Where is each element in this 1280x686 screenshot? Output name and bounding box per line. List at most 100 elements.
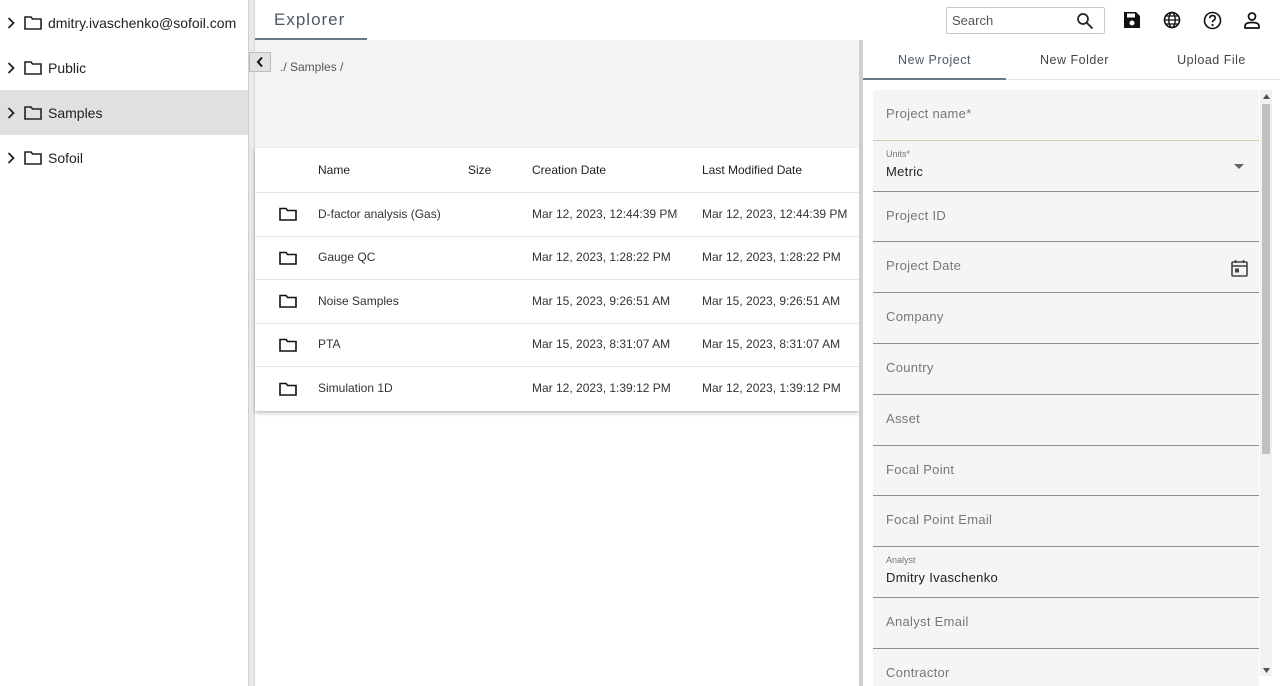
dropdown-arrow-icon[interactable] <box>1229 157 1249 177</box>
file-name: D-factor analysis (Gas) <box>318 206 441 221</box>
tree-item-label: Samples <box>48 104 103 121</box>
field-placeholder: Asset <box>886 410 921 426</box>
file-created: Mar 12, 2023, 12:44:39 PM <box>532 206 678 221</box>
search-box[interactable] <box>946 7 1105 34</box>
scrollbar-thumb[interactable] <box>1262 104 1270 454</box>
main-panel: ./ Samples / Name Size Creation Date Las… <box>249 40 859 686</box>
field-placeholder: Project Date <box>886 258 962 274</box>
focal-point-field[interactable]: Focal Point <box>873 445 1259 497</box>
toolbar-area <box>255 40 859 148</box>
file-name: Noise Samples <box>318 293 399 308</box>
file-created: Mar 12, 2023, 1:28:22 PM <box>532 250 671 265</box>
file-name: Simulation 1D <box>318 381 393 396</box>
tree-item-samples[interactable]: Samples <box>0 90 248 135</box>
field-placeholder: Project ID <box>886 207 947 223</box>
table-row[interactable]: Simulation 1D Mar 12, 2023, 1:39:12 PM M… <box>255 367 859 411</box>
field-placeholder: Company <box>886 309 944 325</box>
header: Explorer <box>255 0 1280 40</box>
contractor-field[interactable]: Contractor <box>873 648 1259 686</box>
field-placeholder: Analyst Email <box>886 613 969 629</box>
table-row[interactable]: Noise Samples Mar 15, 2023, 9:26:51 AM M… <box>255 280 859 324</box>
country-field[interactable]: Country <box>873 343 1259 395</box>
tab-new-folder[interactable]: New Folder <box>1006 40 1143 80</box>
form-scrollbar[interactable] <box>1260 90 1272 676</box>
tree-item-public[interactable]: Public <box>0 45 248 90</box>
project-date-field[interactable]: Project Date <box>873 242 1259 294</box>
field-value: Dmitry Ivaschenko <box>886 570 999 586</box>
tree-item-user[interactable]: dmitry.ivaschenko@sofoil.com <box>0 0 248 45</box>
file-modified: Mar 15, 2023, 9:26:51 AM <box>702 293 841 308</box>
tab-upload-file[interactable]: Upload File <box>1143 40 1280 80</box>
folder-icon <box>255 294 318 309</box>
file-modified: Mar 12, 2023, 12:44:39 PM <box>702 206 848 221</box>
table-header: Name Size Creation Date Last Modified Da… <box>255 148 859 193</box>
file-modified: Mar 15, 2023, 8:31:07 AM <box>702 337 841 352</box>
field-placeholder: Project name* <box>886 106 972 121</box>
tree-item-label: Sofoil <box>48 149 84 166</box>
table-row[interactable]: Gauge QC Mar 12, 2023, 1:28:22 PM Mar 12… <box>255 237 859 280</box>
calendar-icon[interactable] <box>1229 258 1249 278</box>
chevron-right-icon[interactable] <box>4 151 18 164</box>
tree-item-label: dmitry.ivaschenko@sofoil.com <box>48 14 237 31</box>
column-header-last-modified-date[interactable]: Last Modified Date <box>702 162 852 179</box>
units-select[interactable]: Units* Metric <box>873 140 1259 192</box>
folder-icon <box>24 60 42 76</box>
focal-point-email-field[interactable]: Focal Point Email <box>873 496 1259 548</box>
field-value: Metric <box>886 163 924 179</box>
file-created: Mar 15, 2023, 8:31:07 AM <box>532 337 671 352</box>
scroll-down-arrow-icon[interactable] <box>1260 664 1272 676</box>
chevron-right-icon[interactable] <box>4 61 18 74</box>
field-placeholder: Focal Point Email <box>886 512 993 528</box>
company-field[interactable]: Company <box>873 293 1259 344</box>
new-project-form: Project name* Units* Metric Project ID P… <box>873 90 1259 686</box>
tree-item-sofoil[interactable]: Sofoil <box>0 135 248 180</box>
project-name-field[interactable]: Project name* <box>873 90 1259 141</box>
file-name: Gauge QC <box>318 250 376 265</box>
folder-icon <box>24 15 42 31</box>
file-created: Mar 12, 2023, 1:39:12 PM <box>532 381 671 396</box>
folder-icon <box>255 251 318 265</box>
file-table: Name Size Creation Date Last Modified Da… <box>255 148 859 411</box>
globe-icon[interactable] <box>1162 10 1182 30</box>
folder-icon <box>24 150 42 166</box>
sidebar: dmitry.ivaschenko@sofoil.com Public Samp… <box>0 0 249 686</box>
file-modified: Mar 12, 2023, 1:39:12 PM <box>702 381 841 396</box>
field-placeholder: Contractor <box>886 664 950 680</box>
chevron-right-icon[interactable] <box>4 106 18 119</box>
scroll-up-arrow-icon[interactable] <box>1260 90 1272 102</box>
folder-icon <box>255 207 318 222</box>
chevron-left-icon <box>256 56 263 68</box>
file-created: Mar 15, 2023, 9:26:51 AM <box>532 293 671 308</box>
collapse-sidebar-button[interactable] <box>249 52 271 72</box>
field-label: Units* <box>886 148 911 159</box>
tree-item-label: Public <box>48 59 87 76</box>
chevron-right-icon[interactable] <box>4 16 18 29</box>
page-title: Explorer <box>255 0 367 40</box>
folder-icon <box>24 105 42 121</box>
tab-bar: New Project New Folder Upload File <box>863 40 1280 80</box>
project-id-field[interactable]: Project ID <box>873 191 1259 243</box>
table-row[interactable]: D-factor analysis (Gas) Mar 12, 2023, 12… <box>255 193 859 237</box>
field-placeholder: Focal Point <box>886 461 955 477</box>
column-header-name[interactable]: Name <box>318 162 468 179</box>
asset-field[interactable]: Asset <box>873 394 1259 446</box>
search-input[interactable] <box>952 13 1076 28</box>
right-panel: New Project New Folder Upload File Proje… <box>863 40 1280 686</box>
analyst-field[interactable]: Analyst Dmitry Ivaschenko <box>873 547 1259 598</box>
search-icon[interactable] <box>1076 12 1094 30</box>
folder-icon <box>255 382 318 396</box>
field-label: Analyst <box>886 555 916 566</box>
file-name: PTA <box>318 337 341 352</box>
save-icon[interactable] <box>1122 10 1142 30</box>
account-icon[interactable] <box>1242 10 1262 30</box>
tab-new-project[interactable]: New Project <box>863 40 1006 80</box>
breadcrumb[interactable]: ./ Samples / <box>280 60 343 74</box>
folder-icon <box>255 338 318 352</box>
column-header-size[interactable]: Size <box>468 163 532 177</box>
help-icon[interactable] <box>1202 10 1222 30</box>
field-placeholder: Country <box>886 359 934 375</box>
column-header-creation-date[interactable]: Creation Date <box>532 162 702 179</box>
table-row[interactable]: PTA Mar 15, 2023, 8:31:07 AM Mar 15, 202… <box>255 324 859 367</box>
analyst-email-field[interactable]: Analyst Email <box>873 597 1259 649</box>
file-modified: Mar 12, 2023, 1:28:22 PM <box>702 250 841 265</box>
